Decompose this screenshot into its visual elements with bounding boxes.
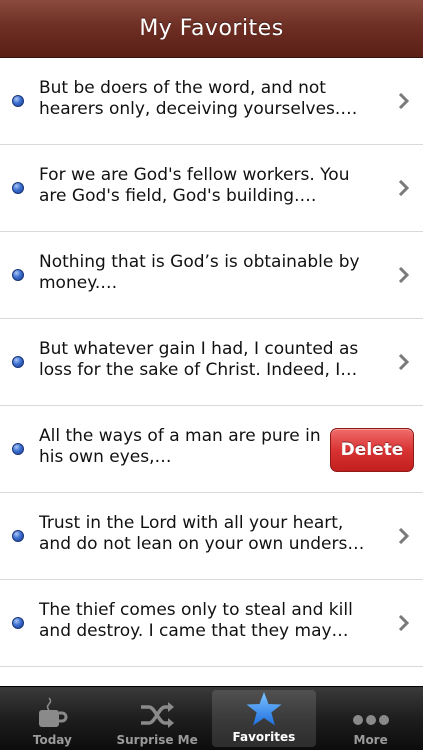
chevron-right-icon (398, 354, 409, 370)
bullet-icon (12, 617, 24, 629)
favorite-text: But whatever gain I had, I counted as lo… (39, 339, 359, 380)
favorite-text: For we are God's fellow workers. You are… (39, 165, 350, 206)
list-item[interactable]: The thief comes only to steal and kill a… (0, 580, 423, 667)
list-item[interactable] (0, 667, 423, 686)
list-item[interactable]: All the ways of a man are pure in his ow… (0, 406, 423, 493)
coffee-cup-icon (39, 697, 68, 727)
list-item[interactable]: Trust in the Lord with all your heart, a… (0, 493, 423, 580)
bullet-icon (12, 95, 24, 107)
tab-more[interactable]: More (318, 687, 423, 750)
tab-surprise-me[interactable]: Surprise Me (105, 687, 210, 750)
more-dots-icon (352, 715, 389, 725)
list-item[interactable]: Nothing that is God’s is obtainable by m… (0, 232, 423, 319)
favorite-text: All the ways of a man are pure in his ow… (39, 426, 321, 467)
star-icon (246, 692, 282, 726)
page-title: My Favorites (139, 16, 284, 41)
favorite-text: Trust in the Lord with all your heart, a… (39, 513, 365, 554)
tab-bar: Today Surprise Me Favorites More (0, 686, 423, 750)
bullet-icon (12, 530, 24, 542)
tab-label: Favorites (232, 730, 296, 744)
list-item[interactable]: For we are God's fellow workers. You are… (0, 145, 423, 232)
tab-label: Surprise Me (116, 733, 198, 747)
bullet-icon (12, 269, 24, 281)
bullet-icon (12, 443, 24, 455)
list-item[interactable]: But be doers of the word, and not hearer… (0, 58, 423, 145)
tab-today[interactable]: Today (0, 687, 105, 750)
tab-label: More (353, 733, 388, 747)
bullet-icon (12, 182, 24, 194)
chevron-right-icon (398, 180, 409, 196)
bullet-icon (12, 356, 24, 368)
favorite-text: The thief comes only to steal and kill a… (39, 600, 353, 641)
favorite-text: But be doers of the word, and not hearer… (39, 78, 358, 119)
list-item[interactable]: But whatever gain I had, I counted as lo… (0, 319, 423, 406)
tab-label: Today (32, 733, 72, 747)
chevron-right-icon (398, 528, 409, 544)
chevron-right-icon (398, 615, 409, 631)
delete-button[interactable]: Delete (330, 428, 414, 472)
chevron-right-icon (398, 267, 409, 283)
chevron-right-icon (398, 93, 409, 109)
favorites-list[interactable]: But be doers of the word, and not hearer… (0, 58, 423, 686)
favorite-text: Nothing that is God’s is obtainable by m… (39, 252, 360, 293)
tab-favorites[interactable]: Favorites (211, 690, 317, 747)
shuffle-icon (141, 702, 175, 728)
navigation-bar: My Favorites (0, 0, 423, 58)
